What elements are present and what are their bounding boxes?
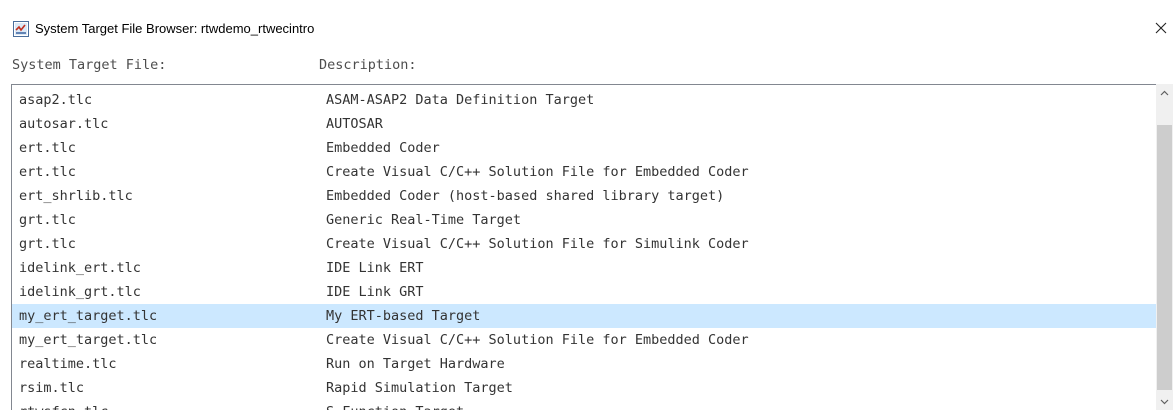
row-file-name: asap2.tlc [19,92,93,108]
row-file-name: my_ert_target.tlc [19,332,158,348]
scroll-down-button[interactable] [1156,393,1173,410]
row-file-name: rtwsfcn.tlc [19,400,108,410]
row-description: Run on Target Hardware [326,356,505,372]
target-file-rows: asap2.tlc ASAM-ASAP2 Data Definition Targ… [12,88,1156,410]
row-file-name: grt.tlc [19,212,76,228]
row-description: Embedded Coder [326,140,440,156]
scroll-thumb[interactable] [1157,125,1172,390]
scroll-up-button[interactable] [1156,84,1173,101]
chevron-down-icon [1160,399,1169,404]
vertical-scrollbar[interactable] [1156,84,1173,410]
row-file-name: grt.tlc [19,236,76,252]
row-file-name: autosar.tlc [19,116,109,132]
list-row[interactable]: my_ert_target.tlc Create Visual C/C++ Sol… [12,328,1156,352]
row-file-name: rsim.tlc [19,380,85,396]
list-row[interactable]: ert.tlc Embedded Coder [12,136,1156,160]
row-description: Create Visual C/C++ Solution File for Si… [326,236,749,252]
row-file-name: ert.tlc [19,164,76,180]
list-row[interactable]: idelink_ert.tlc IDE Link ERT [12,256,1156,280]
target-file-list[interactable]: asap2.tlc ASAM-ASAP2 Data Definition Targ… [11,84,1173,410]
list-row[interactable]: autosar.tlc AUTOSAR [12,112,1156,136]
row-description: Rapid Simulation Target [326,380,513,396]
list-row[interactable]: grt.tlc Generic Real-Time Target [12,208,1156,232]
row-description: Embedded Coder (host-based shared librar… [326,188,725,204]
list-row[interactable]: rtwsfcn.tlc S-Function Target [12,400,1156,410]
row-file-name: my_ert_target.tlc [19,308,158,324]
window-title: System Target File Browser: rtwdemo_rtwe… [35,21,315,36]
row-description: Generic Real-Time Target [326,212,522,228]
chevron-up-icon [1160,90,1169,95]
list-row[interactable]: realtime.tlc Run on Target Hardware [12,352,1156,376]
row-file-name: idelink_grt.tlc [19,284,141,300]
row-description: AUTOSAR [326,116,383,132]
list-row[interactable]: ert_shrlib.tlc Embedded Coder (host-based… [12,184,1156,208]
list-row[interactable]: ert.tlc Create Visual C/C++ Solution File… [12,160,1156,184]
list-row[interactable]: asap2.tlc ASAM-ASAP2 Data Definition Targ… [12,88,1156,112]
title-bar: System Target File Browser: rtwdemo_rtwe… [0,0,1173,52]
row-file-name: ert_shrlib.tlc [19,188,133,204]
system-target-file-browser-window: System Target File Browser: rtwdemo_rtwe… [0,0,1173,410]
row-description: S-Function Target [326,400,464,410]
row-description: ASAM-ASAP2 Data Definition Target [326,92,595,108]
row-file-name: ert.tlc [19,140,76,156]
row-description: IDE Link GRT [326,284,424,300]
close-icon [1155,22,1167,34]
row-file-name: realtime.tlc [19,356,117,372]
column-header-row: System Target File: Description: [0,52,1173,78]
simulink-app-icon [13,21,29,37]
row-description: Create Visual C/C++ Solution File for Em… [326,332,749,348]
list-row[interactable]: grt.tlc Create Visual C/C++ Solution File… [12,232,1156,256]
row-description: My ERT-based Target [326,308,481,324]
column-header-description: Description: [319,57,417,73]
row-description: Create Visual C/C++ Solution File for Em… [326,164,749,180]
row-file-name: idelink_ert.tlc [19,260,141,276]
list-row[interactable]: rsim.tlc Rapid Simulation Target [12,376,1156,400]
row-description: IDE Link ERT [326,260,424,276]
list-row[interactable]: idelink_grt.tlc IDE Link GRT [12,280,1156,304]
list-row-selected[interactable]: my_ert_target.tlc My ERT-based Target [12,304,1156,328]
column-header-file: System Target File: [12,57,167,73]
close-button[interactable] [1149,14,1173,42]
